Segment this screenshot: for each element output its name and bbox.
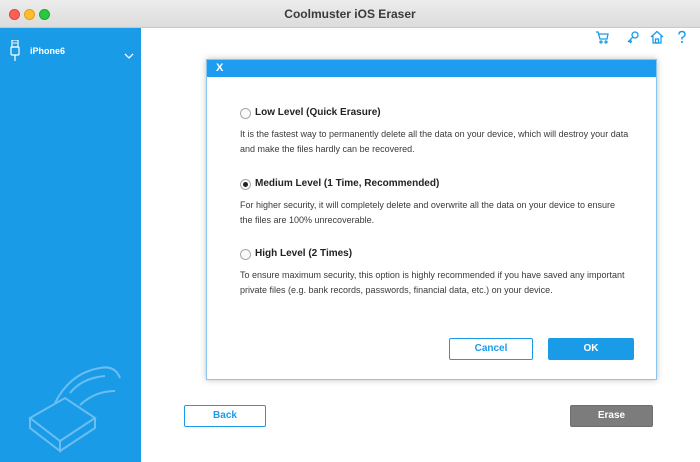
help-icon[interactable] bbox=[675, 30, 689, 44]
chevron-down-icon[interactable] bbox=[124, 47, 134, 59]
cart-icon[interactable] bbox=[595, 30, 609, 44]
dialog-close-button[interactable]: X bbox=[216, 62, 223, 74]
device-name: iPhone6 bbox=[30, 46, 66, 56]
option-title: High Level (2 Times) bbox=[255, 248, 353, 259]
option-title: Medium Level (1 Time, Recommended) bbox=[255, 178, 440, 189]
erase-button[interactable]: Erase bbox=[570, 405, 653, 427]
eraser-illustration-icon bbox=[20, 343, 130, 454]
radio-high-level[interactable] bbox=[240, 249, 251, 260]
radio-low-level[interactable] bbox=[240, 108, 251, 119]
key-icon[interactable] bbox=[626, 30, 640, 44]
sidebar: iPhone6 bbox=[0, 28, 141, 462]
usb-icon bbox=[9, 39, 21, 62]
back-button[interactable]: Back bbox=[184, 405, 266, 427]
home-icon[interactable] bbox=[650, 30, 664, 44]
window-title: Coolmuster iOS Eraser bbox=[284, 7, 416, 21]
option-title: Low Level (Quick Erasure) bbox=[255, 107, 381, 118]
device-selector[interactable]: iPhone6 bbox=[0, 28, 141, 72]
radio-medium-level[interactable] bbox=[240, 179, 251, 190]
cancel-button[interactable]: Cancel bbox=[449, 338, 533, 360]
option-description: It is the fastest way to permanently del… bbox=[240, 129, 629, 154]
option-description: To ensure maximum security, this option … bbox=[240, 270, 625, 295]
window-titlebar: Coolmuster iOS Eraser bbox=[0, 0, 700, 28]
ok-button[interactable]: OK bbox=[548, 338, 634, 360]
erase-level-dialog: X Low Level (Quick Erasure) It is the fa… bbox=[206, 59, 657, 380]
option-description: For higher security, it will completely … bbox=[240, 200, 616, 225]
dialog-header: X bbox=[207, 60, 656, 77]
